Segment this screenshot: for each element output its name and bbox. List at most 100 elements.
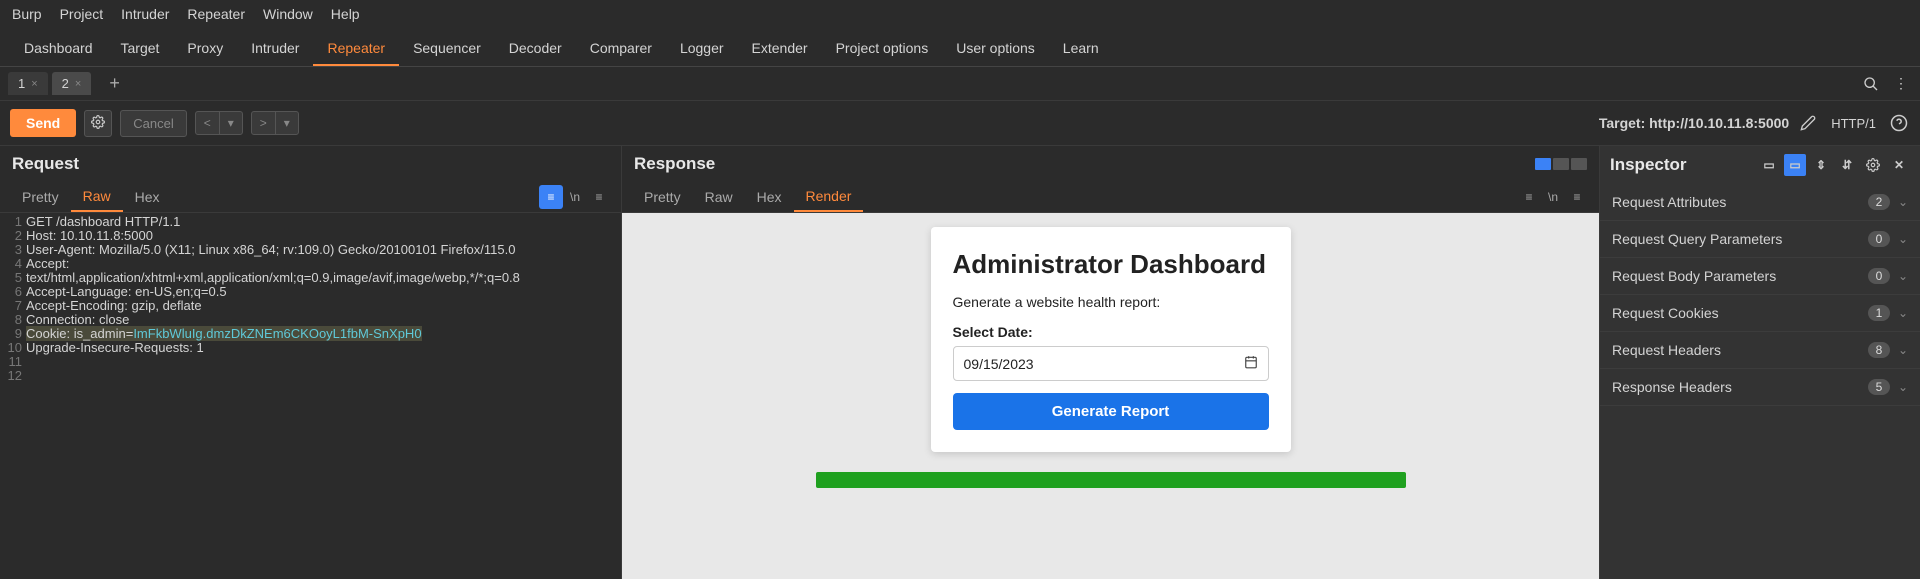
- count-badge: 2: [1868, 194, 1890, 210]
- tab-intruder[interactable]: Intruder: [237, 32, 313, 66]
- layout-group: [1535, 158, 1587, 170]
- chevron-left-icon[interactable]: <: [196, 112, 220, 134]
- calendar-icon[interactable]: [1244, 355, 1258, 372]
- inspector-row[interactable]: Request Headers8⌄: [1600, 332, 1920, 369]
- request-title: Request: [12, 154, 79, 174]
- gear-icon[interactable]: [1862, 154, 1884, 176]
- protocol-badge[interactable]: HTTP/1: [1827, 116, 1880, 131]
- edit-target-icon[interactable]: [1797, 112, 1819, 134]
- inspector-row-label: Response Headers: [1612, 379, 1868, 395]
- count-badge: 5: [1868, 379, 1890, 395]
- send-button[interactable]: Send: [10, 109, 76, 137]
- menu-repeater[interactable]: Repeater: [187, 6, 245, 22]
- layout-icon[interactable]: ▭: [1758, 154, 1780, 176]
- tab-target[interactable]: Target: [107, 32, 174, 66]
- chevron-down-icon: ⌄: [1898, 232, 1908, 246]
- newline-icon[interactable]: \n: [563, 185, 587, 209]
- help-icon[interactable]: [1888, 112, 1910, 134]
- chevron-down-icon: ⌄: [1898, 306, 1908, 320]
- tab-sequencer[interactable]: Sequencer: [399, 32, 495, 66]
- response-tab-raw[interactable]: Raw: [693, 183, 745, 211]
- action-bar: Send Cancel <▾ >▾ Target: http://10.10.1…: [0, 101, 1920, 146]
- expand-icon[interactable]: ⇕: [1810, 154, 1832, 176]
- close-icon[interactable]: ×: [75, 78, 81, 90]
- chevron-right-icon[interactable]: >: [252, 112, 276, 134]
- collapse-icon[interactable]: ⇵: [1836, 154, 1858, 176]
- layout-split-h-icon[interactable]: [1535, 158, 1551, 170]
- count-badge: 8: [1868, 342, 1890, 358]
- cancel-button[interactable]: Cancel: [120, 110, 186, 137]
- nav-back[interactable]: <▾: [195, 111, 243, 135]
- status-bar: [816, 472, 1406, 488]
- response-tab-render[interactable]: Render: [794, 182, 864, 212]
- date-value: 09/15/2023: [964, 356, 1034, 372]
- main-split: Request Pretty Raw Hex ≡ \n ≡ 1GET /dash…: [0, 146, 1920, 579]
- newline-icon[interactable]: \n: [1541, 185, 1565, 209]
- menu-intruder[interactable]: Intruder: [121, 6, 169, 22]
- response-tab-pretty[interactable]: Pretty: [632, 183, 693, 211]
- search-icon[interactable]: [1860, 73, 1882, 95]
- inspector-row[interactable]: Request Attributes2 ⌄: [1600, 184, 1920, 221]
- response-title: Response: [634, 154, 715, 174]
- menu-project[interactable]: Project: [60, 6, 104, 22]
- tab-dashboard[interactable]: Dashboard: [10, 32, 107, 66]
- tab-project-options[interactable]: Project options: [822, 32, 943, 66]
- tab-learn[interactable]: Learn: [1049, 32, 1113, 66]
- inspector-row[interactable]: Request Body Parameters0⌄: [1600, 258, 1920, 295]
- tab-logger[interactable]: Logger: [666, 32, 738, 66]
- hamburger-icon[interactable]: ≡: [1565, 185, 1589, 209]
- layout-single-icon[interactable]: [1571, 158, 1587, 170]
- tab-proxy[interactable]: Proxy: [173, 32, 237, 66]
- generate-report-button[interactable]: Generate Report: [953, 393, 1269, 430]
- chevron-down-icon[interactable]: ▾: [220, 112, 242, 134]
- tab-decoder[interactable]: Decoder: [495, 32, 576, 66]
- tab-comparer[interactable]: Comparer: [576, 32, 666, 66]
- inspector-row-label: Request Headers: [1612, 342, 1868, 358]
- main-tabbar: Dashboard Target Proxy Intruder Repeater…: [0, 28, 1920, 67]
- repeater-tab-1[interactable]: 1×: [8, 72, 48, 95]
- menu-help[interactable]: Help: [331, 6, 360, 22]
- kebab-menu-icon[interactable]: ⋮: [1890, 73, 1912, 95]
- response-pane: Response Pretty Raw Hex Render ≡ \n ≡ Ad…: [622, 146, 1600, 579]
- menu-window[interactable]: Window: [263, 6, 313, 22]
- dashboard-card: Administrator Dashboard Generate a websi…: [931, 227, 1291, 452]
- chevron-down-icon[interactable]: ▾: [276, 112, 298, 134]
- inspector-row-label: Request Body Parameters: [1612, 268, 1868, 284]
- layout-icon-active[interactable]: ▭: [1784, 154, 1806, 176]
- inspector-row[interactable]: Request Query Parameters0⌄: [1600, 221, 1920, 258]
- tab-user-options[interactable]: User options: [942, 32, 1049, 66]
- request-raw-editor[interactable]: 1GET /dashboard HTTP/1.12Host: 10.10.11.…: [0, 213, 621, 579]
- inspector-row-label: Request Cookies: [1612, 305, 1868, 321]
- chevron-down-icon: ⌄: [1898, 380, 1908, 394]
- add-tab-button[interactable]: +: [103, 71, 126, 96]
- target-label: Target: http://10.10.11.8:5000: [1599, 115, 1789, 131]
- menu-burp[interactable]: Burp: [12, 6, 42, 22]
- repeater-tab-2[interactable]: 2×: [52, 72, 92, 95]
- actions-icon[interactable]: ≡: [1517, 185, 1541, 209]
- chevron-down-icon: ⌄: [1898, 195, 1908, 209]
- inspector-row-label: Request Attributes: [1612, 194, 1868, 210]
- request-tab-pretty[interactable]: Pretty: [10, 183, 71, 211]
- date-input[interactable]: 09/15/2023: [953, 346, 1269, 381]
- actions-icon[interactable]: ≡: [539, 185, 563, 209]
- repeater-subtabs: 1× 2× + ⋮: [0, 67, 1920, 101]
- hamburger-icon[interactable]: ≡: [587, 185, 611, 209]
- inspector-pane: Inspector ▭ ▭ ⇕ ⇵ ✕ Request Attributes2⌄…: [1600, 146, 1920, 579]
- count-badge: 1: [1868, 305, 1890, 321]
- close-icon[interactable]: ✕: [1888, 154, 1910, 176]
- nav-forward[interactable]: >▾: [251, 111, 299, 135]
- request-tab-raw[interactable]: Raw: [71, 182, 123, 212]
- response-tab-hex[interactable]: Hex: [745, 183, 794, 211]
- inspector-row[interactable]: Request Cookies1 ⌄: [1600, 295, 1920, 332]
- tab-repeater[interactable]: Repeater: [313, 32, 399, 66]
- inspector-row[interactable]: Response Headers5 ⌄: [1600, 369, 1920, 406]
- layout-split-v-icon[interactable]: [1553, 158, 1569, 170]
- request-tab-hex[interactable]: Hex: [123, 183, 172, 211]
- close-icon[interactable]: ×: [31, 78, 37, 90]
- inspector-row-label: Request Query Parameters: [1612, 231, 1868, 247]
- request-pane: Request Pretty Raw Hex ≡ \n ≡ 1GET /dash…: [0, 146, 622, 579]
- menubar: Burp Project Intruder Repeater Window He…: [0, 0, 1920, 28]
- tab-extender[interactable]: Extender: [738, 32, 822, 66]
- rendered-response: Administrator Dashboard Generate a websi…: [622, 213, 1599, 579]
- gear-icon[interactable]: [84, 110, 112, 137]
